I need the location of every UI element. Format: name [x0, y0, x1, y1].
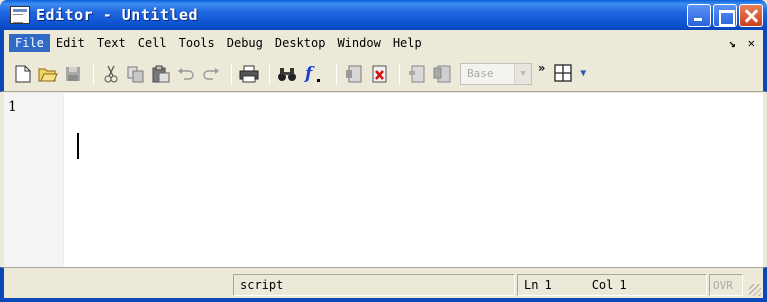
toolbar-separator: [269, 62, 270, 85]
menu-window[interactable]: Window: [331, 34, 386, 52]
close-editor-icon[interactable]: ✕: [748, 36, 755, 50]
menu-dock-controls: ↘ ✕: [729, 36, 755, 50]
find-binoculars-icon[interactable]: [276, 63, 298, 85]
line-number-gutter: 1: [4, 93, 64, 267]
editor-app-icon[interactable]: [10, 6, 30, 24]
set-breakpoint-icon[interactable]: [343, 63, 365, 85]
toolbar-overflow-icon[interactable]: »: [538, 61, 545, 75]
window-title: Editor - Untitled: [36, 6, 199, 24]
step-in-icon[interactable]: [431, 63, 453, 85]
tile-layout-icon[interactable]: [553, 63, 575, 85]
toolbar-separator: [336, 62, 337, 85]
line-label: Ln: [524, 278, 539, 292]
status-bar: script Ln 1 Col 1 OVR: [0, 267, 767, 302]
chevron-down-icon[interactable]: ▼: [514, 63, 531, 84]
maximize-button[interactable]: [713, 4, 737, 27]
status-mode: script: [233, 274, 515, 296]
redo-icon[interactable]: [200, 63, 222, 85]
undock-icon[interactable]: ↘: [729, 36, 736, 50]
tile-layout-dropdown-icon[interactable]: ▼: [575, 63, 591, 85]
paste-icon[interactable]: [150, 63, 172, 85]
toolbar-separator: [93, 62, 94, 85]
step-icon[interactable]: [406, 63, 428, 85]
print-icon[interactable]: [238, 63, 260, 85]
svg-text:f: f: [304, 64, 315, 84]
column-label: Col: [591, 278, 614, 292]
open-file-icon[interactable]: [37, 63, 59, 85]
menu-tools[interactable]: Tools: [173, 34, 221, 52]
menu-desktop[interactable]: Desktop: [269, 34, 332, 52]
overwrite-indicator: OVR: [709, 274, 743, 296]
stack-base-dropdown[interactable]: Base ▼: [460, 62, 532, 85]
clear-breakpoints-icon[interactable]: [368, 63, 390, 85]
toolbar: f Base ▼ » ▼: [0, 56, 767, 92]
cut-icon[interactable]: [100, 63, 122, 85]
ovr-label: OVR: [713, 278, 733, 292]
minimize-button[interactable]: [687, 4, 711, 27]
menu-text[interactable]: Text: [91, 34, 132, 52]
status-mode-label: script: [240, 278, 284, 292]
toolbar-separator: [231, 62, 232, 85]
menu-file[interactable]: File: [9, 34, 50, 52]
menu-debug[interactable]: Debug: [221, 34, 269, 52]
window-controls: [687, 4, 763, 27]
status-cursor-position: Ln 1 Col 1: [517, 274, 707, 296]
column-value: 1: [619, 278, 627, 292]
resize-grip-icon[interactable]: [749, 284, 761, 296]
new-file-icon[interactable]: [12, 63, 34, 85]
line-number: 1: [8, 99, 17, 115]
copy-icon[interactable]: [125, 63, 147, 85]
editor-text-area[interactable]: 1: [4, 93, 763, 267]
undo-icon[interactable]: [175, 63, 197, 85]
line-value: 1: [544, 278, 552, 292]
menu-bar: File Edit Text Cell Tools Debug Desktop …: [0, 30, 767, 56]
function-icon[interactable]: f: [301, 63, 327, 85]
text-caret: [77, 133, 79, 159]
menu-edit[interactable]: Edit: [50, 34, 91, 52]
menu-help[interactable]: Help: [387, 34, 428, 52]
close-button[interactable]: [739, 4, 763, 27]
toolbar-separator: [399, 62, 400, 85]
save-icon[interactable]: [62, 63, 84, 85]
title-bar[interactable]: Editor - Untitled: [0, 0, 767, 30]
menu-cell[interactable]: Cell: [132, 34, 173, 52]
stack-base-value: Base: [467, 67, 494, 80]
